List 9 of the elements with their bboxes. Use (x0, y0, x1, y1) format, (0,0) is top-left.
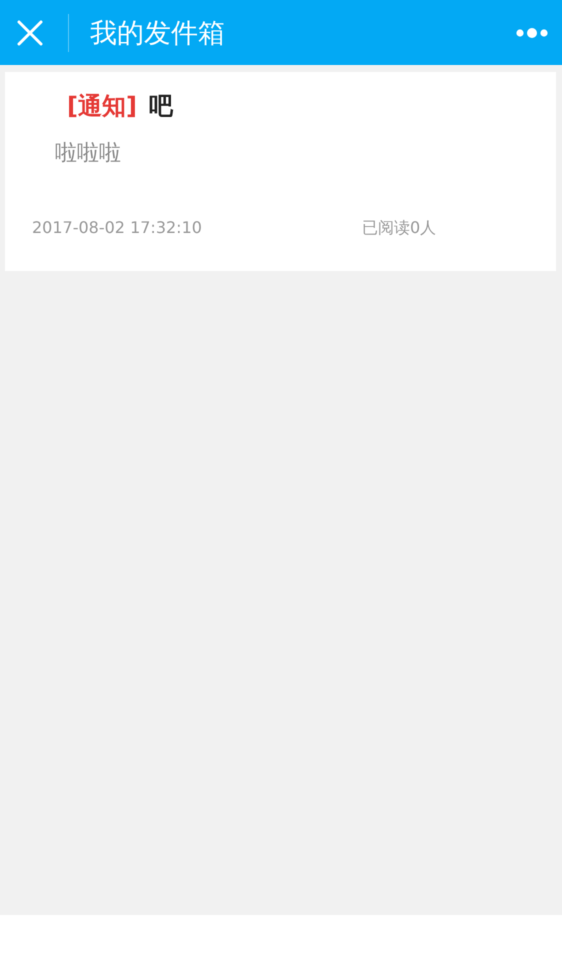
more-icon[interactable] (515, 28, 549, 38)
message-time: 2017-08-02 17:32:10 (32, 218, 203, 239)
read-count: 已阅读0人 (362, 218, 436, 239)
message-body: 啦啦啦 (55, 141, 121, 166)
message-tag: [通知] (67, 90, 137, 122)
page-title: 我的发件箱 (90, 16, 226, 50)
close-icon[interactable] (17, 20, 43, 46)
message-title: 吧 (148, 91, 173, 122)
message-card[interactable]: [通知] 吧 啦啦啦 2017-08-02 17:32:10 已阅读0人 (5, 72, 556, 271)
